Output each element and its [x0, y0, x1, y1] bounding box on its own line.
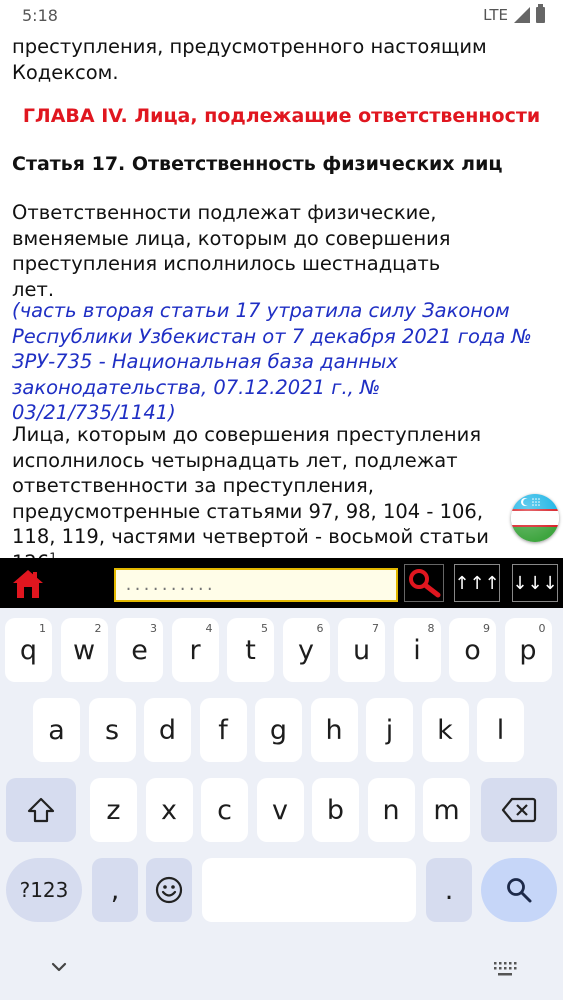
search-input[interactable]	[114, 568, 398, 602]
key-hint: 1	[39, 622, 46, 635]
superscript: 1	[49, 550, 57, 558]
next-match-button[interactable]: ↓↓↓	[512, 564, 558, 602]
chapter-heading: ГЛАВА IV. Лица, подлежащие ответственнос…	[22, 105, 541, 127]
key-hint: 9	[483, 622, 490, 635]
paragraph: преступления, предусмотренного настоящим…	[12, 35, 487, 84]
key-m[interactable]: m	[423, 778, 470, 842]
backspace-key[interactable]	[481, 778, 557, 842]
key-label: o	[464, 634, 481, 666]
key-hint: 6	[316, 622, 324, 635]
home-button[interactable]	[8, 566, 48, 602]
key-y[interactable]: y6	[282, 618, 330, 682]
period-key[interactable]: .	[426, 858, 472, 922]
key-label: i	[413, 634, 421, 666]
key-hint: 0	[538, 622, 546, 635]
network-label: LTE	[483, 6, 508, 24]
keyboard-switch-button[interactable]	[492, 960, 518, 982]
key-a[interactable]: a	[33, 698, 80, 762]
key-d[interactable]: d	[144, 698, 191, 762]
key-u[interactable]: u7	[338, 618, 385, 682]
key-label: u	[352, 634, 371, 666]
key-z[interactable]: z	[90, 778, 137, 842]
home-icon	[13, 570, 43, 598]
key-w[interactable]: w2	[60, 618, 108, 682]
key-label: y	[298, 634, 314, 666]
symbols-key[interactable]: ?123	[6, 858, 82, 922]
status-bar: 5:18 LTE	[0, 0, 563, 32]
document-view[interactable]: преступления, предусмотренного настоящим…	[0, 32, 563, 558]
hide-keyboard-button[interactable]	[48, 956, 70, 982]
key-hint: 2	[94, 622, 102, 635]
key-hint: 8	[427, 622, 435, 635]
key-hint: 7	[372, 622, 379, 635]
key-f[interactable]: f	[199, 698, 247, 762]
key-label: w	[72, 634, 96, 666]
key-e[interactable]: e3	[116, 618, 163, 682]
soft-keyboard: q1w2e3r4t5y6u7i8o9p0 asdfghjkl zxcvbnm ?…	[0, 608, 563, 1000]
key-hint: 3	[150, 622, 157, 635]
paragraph-text: Лица, которым до совершения преступления…	[12, 423, 489, 558]
key-hint: 4	[205, 622, 213, 635]
key-c[interactable]: c	[201, 778, 248, 842]
battery-icon	[536, 4, 545, 23]
key-g[interactable]: g	[255, 698, 302, 762]
paragraph: Ответственности подлежат физические, вме…	[12, 201, 451, 301]
search-toolbar: ↑↑↑ ↓↓↓	[0, 558, 563, 608]
key-h[interactable]: h	[310, 698, 358, 762]
search-key-icon	[507, 878, 532, 903]
key-p[interactable]: p0	[504, 618, 552, 682]
key-j[interactable]: j	[366, 698, 413, 762]
key-label: t	[245, 634, 256, 666]
key-o[interactable]: o9	[449, 618, 496, 682]
key-n[interactable]: n	[367, 778, 415, 842]
key-b[interactable]: b	[312, 778, 359, 842]
comma-key[interactable]: ,	[92, 858, 138, 922]
amendment-note: (часть вторая статьи 17 утратила силу За…	[12, 299, 532, 424]
status-icons: LTE	[483, 4, 545, 24]
emoji-key[interactable]	[146, 858, 192, 922]
key-i[interactable]: i8	[393, 618, 441, 682]
keyboard-switch-icon	[494, 962, 517, 976]
shift-icon	[27, 797, 55, 823]
key-r[interactable]: r4	[171, 618, 219, 682]
paragraph-tail: ,	[57, 551, 63, 559]
key-label: r	[189, 634, 201, 666]
status-time: 5:18	[22, 6, 58, 25]
flag-uzbekistan-icon[interactable]	[511, 494, 559, 542]
paragraph: Лица, которым до совершения преступления…	[12, 422, 517, 558]
signal-icon	[514, 7, 530, 23]
previous-match-button[interactable]: ↑↑↑	[454, 564, 500, 602]
search-key[interactable]	[481, 858, 557, 922]
search-button[interactable]	[404, 564, 444, 602]
key-v[interactable]: v	[256, 778, 304, 842]
key-label: e	[131, 634, 148, 666]
shift-key[interactable]	[6, 778, 76, 842]
key-t[interactable]: t5	[227, 618, 274, 682]
key-label: q	[19, 634, 38, 666]
magnifier-icon	[409, 569, 441, 598]
chevron-down-icon	[51, 962, 67, 972]
key-l[interactable]: l	[477, 698, 524, 762]
navigation-row	[0, 950, 563, 1000]
key-hint: 5	[261, 622, 268, 635]
key-q[interactable]: q1	[5, 618, 52, 682]
article-heading: Статья 17. Ответственность физических ли…	[12, 153, 503, 175]
key-k[interactable]: k	[421, 698, 469, 762]
space-key[interactable]	[202, 858, 416, 922]
emoji-icon	[155, 876, 183, 904]
key-s[interactable]: s	[88, 698, 136, 762]
key-x[interactable]: x	[145, 778, 193, 842]
backspace-icon	[501, 797, 537, 823]
key-label: p	[519, 634, 537, 666]
